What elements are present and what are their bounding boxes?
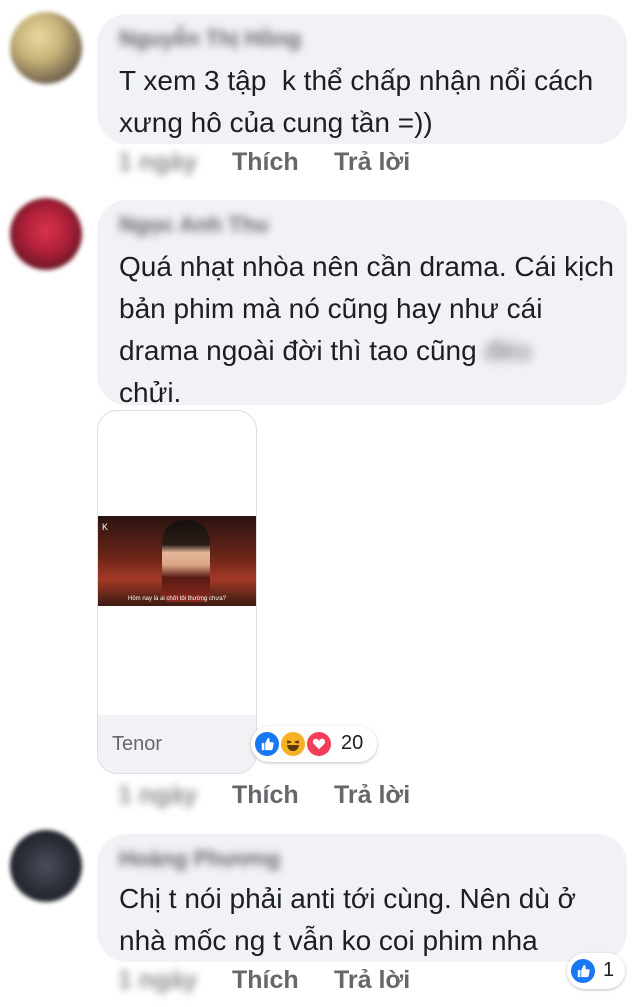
comment-timestamp[interactable]: 1 ngày [118,781,197,810]
reply-button[interactable]: Trả lời [334,148,410,177]
gif-logo: K [102,522,109,532]
like-button[interactable]: Thích [232,781,299,810]
like-icon [253,730,281,758]
comment-timestamp[interactable]: 1 ngày [118,148,197,177]
comment-text: Chị t nói phải anti tới cùng. Nên dù ở n… [119,883,584,956]
gif-source-label[interactable]: Tenor [112,733,162,756]
haha-icon [279,730,307,758]
gif-figure [162,520,210,602]
comment-author[interactable]: Ngọc Anh Thu [119,212,269,238]
comment-author[interactable]: Nguyễn Thị Hồng [119,26,301,52]
gif-image[interactable]: K Hôm nay là ai chửi tôi thường chưa? [98,516,256,606]
avatar[interactable] [10,830,82,902]
reply-button[interactable]: Trả lời [334,781,410,810]
comment-bubble: Nguyễn Thị Hồng T xem 3 tập k thể chấp n… [97,14,627,144]
reaction-count: 1 [603,959,615,981]
reply-button[interactable]: Trả lời [334,966,410,995]
comment-author[interactable]: Hoàng Phương [119,846,280,872]
love-icon [305,730,333,758]
avatar[interactable] [10,198,82,270]
reaction-summary[interactable]: 20 [251,726,377,762]
gif-footer: Tenor [98,715,256,773]
comment-text-main: Quá nhạt nhòa nên cần drama. Cái kịch bả… [119,251,622,366]
comment-text: Quá nhạt nhòa nên cần drama. Cái kịch bả… [119,246,619,414]
like-button[interactable]: Thích [232,148,299,177]
comment-timestamp[interactable]: 1 ngày [118,966,197,995]
comment-text-end: chửi. [119,377,182,408]
like-button[interactable]: Thích [232,966,299,995]
comment-text: T xem 3 tập k thể chấp nhận nổi cách xưn… [119,65,602,138]
reaction-count: 20 [341,732,364,754]
gif-subtitle: Hôm nay là ai chửi tôi thường chưa? [127,596,227,602]
avatar[interactable] [10,12,82,84]
gif-attachment[interactable]: K Hôm nay là ai chửi tôi thường chưa? Te… [97,410,257,774]
blurred-word: đéo [484,335,532,366]
like-icon [569,957,597,985]
comment-bubble: Ngọc Anh Thu Quá nhạt nhòa nên cần drama… [97,200,627,408]
comment-bubble: Hoàng Phương Chị t nói phải anti tới cùn… [97,834,627,962]
reaction-summary[interactable]: 1 [567,953,625,989]
